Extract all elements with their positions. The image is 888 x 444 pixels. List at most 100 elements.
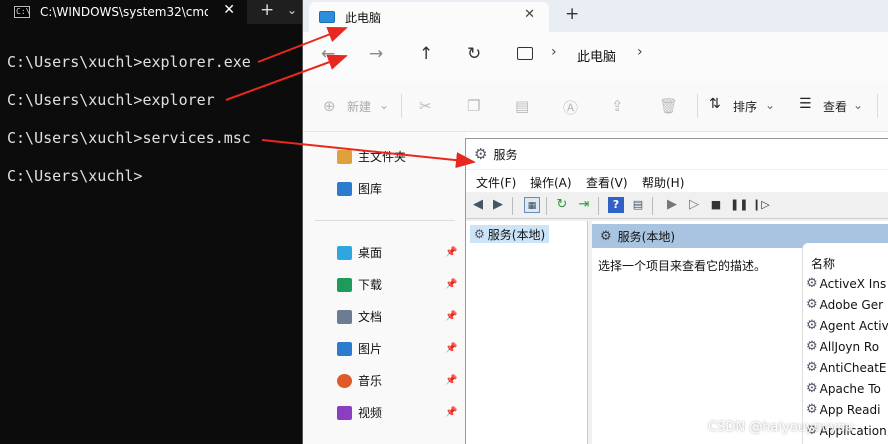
service-description: 选择一个项目来查看它的描述。 (598, 259, 767, 273)
start-service-icon[interactable]: ▶ (664, 197, 680, 213)
sort-button[interactable]: 排序 (733, 98, 757, 115)
gear-icon: ⚙ (806, 276, 818, 291)
sidebar-item-desktop[interactable]: 桌面 (337, 244, 382, 261)
list-item[interactable]: ⚙ ActiveX Ins (806, 276, 886, 291)
cut-icon[interactable]: ✂ (419, 97, 432, 115)
breadcrumb-separator[interactable]: › (637, 44, 643, 60)
share-icon[interactable]: ⇪ (611, 97, 624, 115)
sidebar-item-label: 桌面 (358, 246, 383, 260)
pin-icon[interactable]: 📌 (445, 375, 457, 386)
terminal-tab[interactable]: C:\ C:\WINDOWS\system32\cmd. ✕ (0, 0, 247, 24)
terminal-prompt[interactable]: C:\Users\xuchl> (7, 167, 142, 185)
refresh-button[interactable]: ↻ (467, 44, 481, 64)
column-header-name[interactable]: 名称 (811, 255, 835, 272)
sidebar-item-music[interactable]: 音乐 (337, 372, 382, 389)
menu-action[interactable]: 操作(A) (530, 174, 572, 191)
new-tab-button[interactable]: + (260, 0, 274, 20)
forward-arrow-icon[interactable]: ▶ (490, 197, 506, 213)
menu-file[interactable]: 文件(F) (476, 174, 516, 191)
view-button[interactable]: 查看 (823, 98, 847, 115)
new-tab-button[interactable]: + (565, 4, 579, 24)
this-pc-icon (319, 11, 335, 23)
service-name: Agent Activ (819, 318, 888, 333)
sidebar-item-videos[interactable]: 视频 (337, 404, 382, 421)
sidebar-item-label: 视频 (358, 406, 383, 420)
explorer-tab-strip: 此电脑 ✕ + (303, 0, 888, 32)
toolbar-divider (877, 94, 878, 118)
navigation-pane: 主文件夹 图库 桌面 📌 下载 📌 文档 📌 图片 📌 音乐 📌 视频 📌 (303, 132, 467, 444)
back-button[interactable]: ← (321, 44, 335, 64)
delete-icon[interactable]: 🗑 (659, 97, 678, 115)
sidebar-divider (315, 220, 455, 221)
services-window: ⚙ 服务 文件(F) 操作(A) 查看(V) 帮助(H) ◀ ▶ ▦ ↻ ⇥ ?… (465, 138, 888, 444)
console-tree-icon[interactable]: ▦ (524, 197, 540, 213)
sidebar-item-downloads[interactable]: 下载 (337, 276, 382, 293)
terminal-line: C:\Users\xuchl>explorer.exe (7, 53, 251, 71)
toolbar-divider (598, 197, 599, 215)
explorer-tab[interactable]: 此电脑 ✕ (309, 2, 549, 32)
command-bar: ⊕ 新建 ⌄ ✂ ❐ ▤ Ⓐ ⇪ 🗑 ⇅ 排序 ⌄ ☰ 查看 ⌄ (303, 82, 888, 132)
view-icon[interactable]: ☰ (799, 96, 812, 112)
start-service-alt-icon[interactable]: ▷ (686, 197, 702, 213)
forward-button[interactable]: → (369, 44, 383, 64)
gear-icon: ⚙ (474, 227, 485, 241)
properties-icon[interactable]: ▤ (630, 197, 646, 213)
pin-icon[interactable]: 📌 (445, 343, 457, 354)
refresh-icon[interactable]: ↻ (554, 197, 570, 213)
pictures-icon (337, 341, 352, 356)
sidebar-item-pictures[interactable]: 图片 (337, 340, 382, 357)
gear-icon: ⚙ (806, 297, 818, 312)
list-item[interactable]: ⚙ AntiCheatE (806, 360, 887, 375)
chevron-down-icon: ⌄ (379, 98, 390, 112)
sort-icon[interactable]: ⇅ (709, 96, 721, 112)
tree-item-services-local[interactable]: ⚙ 服务(本地) (470, 225, 550, 243)
menu-view[interactable]: 查看(V) (586, 174, 628, 191)
sidebar-item-documents[interactable]: 文档 (337, 308, 382, 325)
toolbar-divider (401, 94, 402, 118)
pin-icon[interactable]: 📌 (445, 247, 457, 258)
pin-icon[interactable]: 📌 (445, 279, 457, 290)
monitor-icon[interactable] (517, 47, 533, 60)
service-name: AntiCheatE (819, 360, 887, 375)
new-plus-icon[interactable]: ⊕ (323, 97, 336, 115)
pin-icon[interactable]: 📌 (445, 407, 457, 418)
gallery-icon (337, 181, 352, 196)
gear-icon: ⚙ (806, 360, 818, 375)
new-button[interactable]: 新建 (347, 98, 371, 115)
help-icon[interactable]: ? (608, 197, 624, 213)
stop-service-icon[interactable]: ■ (708, 197, 724, 213)
sidebar-item-home[interactable]: 主文件夹 (337, 148, 406, 165)
console-tree: ⚙ 服务(本地) (466, 221, 588, 444)
export-list-icon[interactable]: ⇥ (576, 197, 592, 213)
list-item[interactable]: ⚙ App Readi (806, 402, 880, 417)
close-tab-icon[interactable]: ✕ (524, 7, 535, 22)
toolbar-divider (546, 197, 547, 215)
chevron-down-icon: ⌄ (853, 98, 864, 112)
pin-icon[interactable]: 📌 (445, 311, 457, 322)
list-item[interactable]: ⚙ AllJoyn Ro (806, 339, 879, 354)
restart-service-icon[interactable]: ❙▷ (752, 197, 770, 213)
chevron-down-icon[interactable]: ⌄ (287, 3, 297, 17)
cmd-icon: C:\ (14, 6, 31, 18)
breadcrumb[interactable]: 此电脑 (577, 46, 616, 65)
terminal-tab-bar: C:\ C:\WINDOWS\system32\cmd. ✕ + ⌄ (0, 0, 305, 24)
toolbar-divider (512, 197, 513, 215)
list-item[interactable]: ⚙ Adobe Ger (806, 297, 883, 312)
copy-icon[interactable]: ❐ (467, 97, 480, 115)
documents-icon (337, 309, 352, 324)
menu-help[interactable]: 帮助(H) (642, 174, 684, 191)
list-item[interactable]: ⚙ Agent Activ (806, 318, 888, 333)
breadcrumb-separator[interactable]: › (551, 44, 557, 60)
close-tab-icon[interactable]: ✕ (223, 2, 235, 18)
paste-icon[interactable]: ▤ (515, 97, 529, 115)
sidebar-item-gallery[interactable]: 图库 (337, 180, 382, 197)
list-item[interactable]: ⚙ Apache To (806, 381, 881, 396)
services-title-bar[interactable]: ⚙ 服务 (466, 139, 888, 169)
navigation-bar: ← → ↑ ↻ › 此电脑 › (303, 32, 888, 82)
rename-icon[interactable]: Ⓐ (563, 97, 578, 118)
back-arrow-icon[interactable]: ◀ (470, 197, 486, 213)
sidebar-item-label: 下载 (358, 278, 383, 292)
up-button[interactable]: ↑ (419, 44, 433, 64)
pause-service-icon[interactable]: ❚❚ (730, 197, 748, 213)
toolbar-divider (652, 197, 653, 215)
